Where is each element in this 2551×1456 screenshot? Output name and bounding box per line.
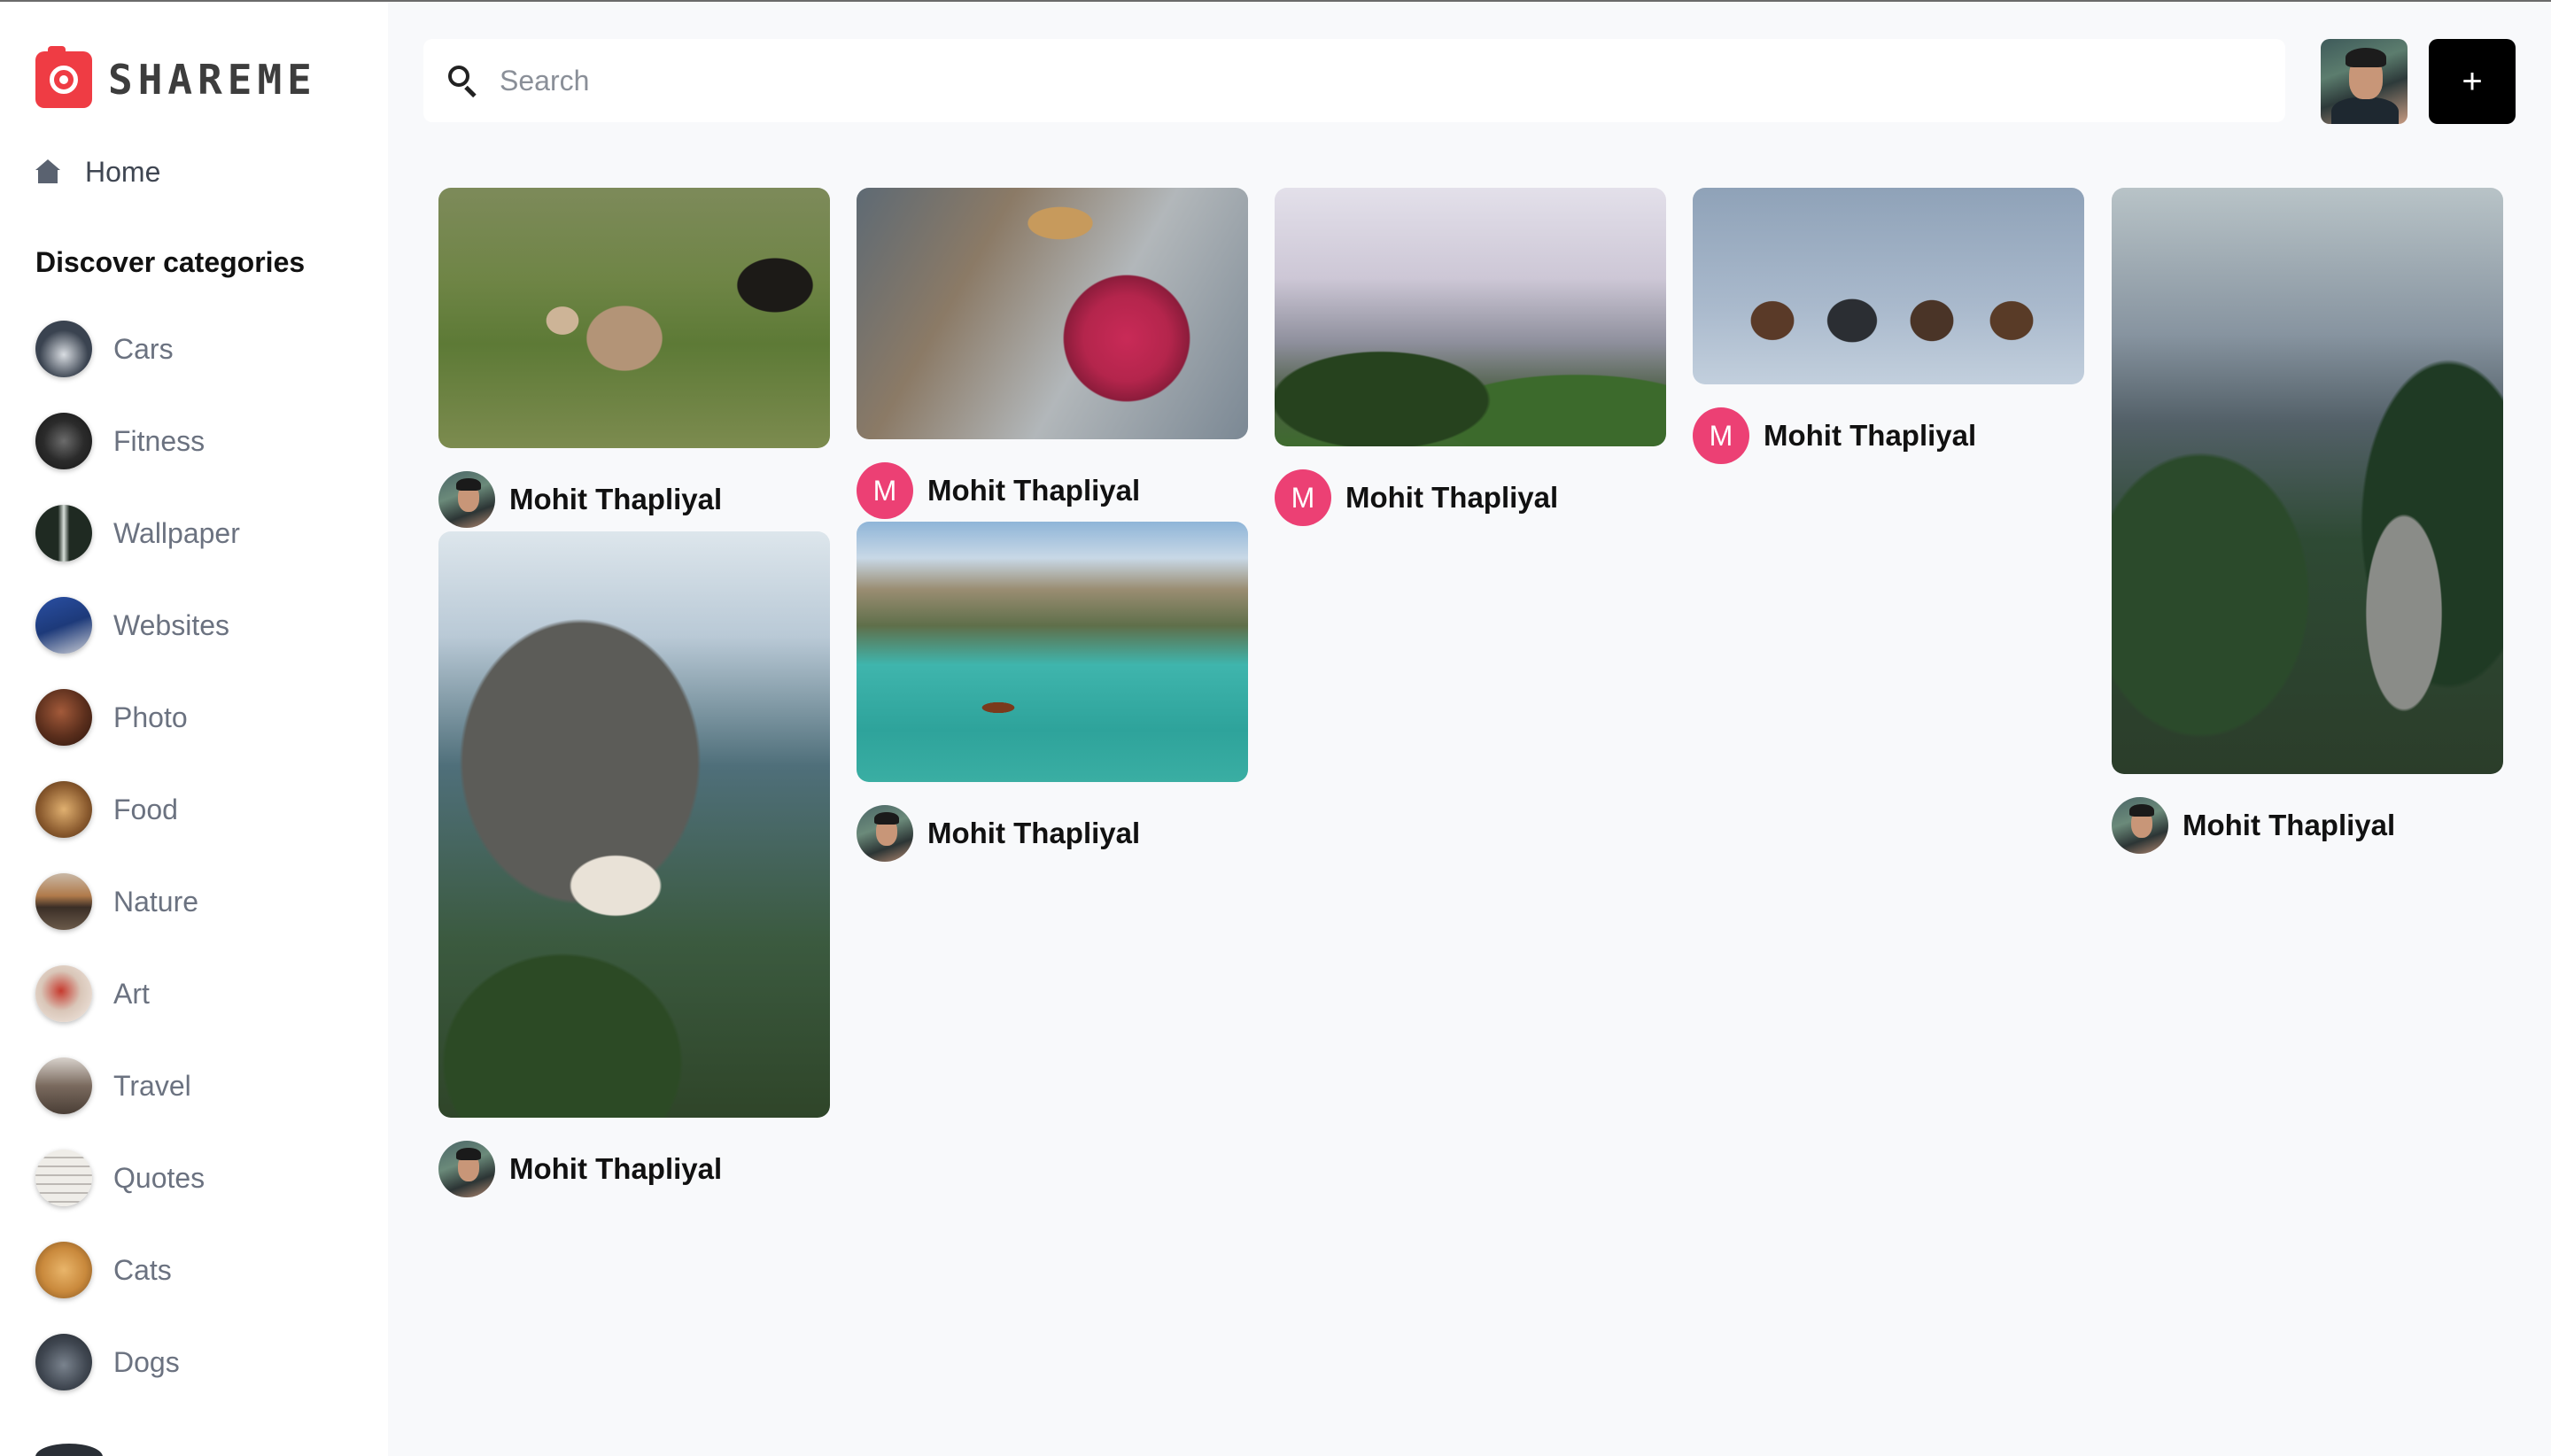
- home-icon: [35, 159, 60, 184]
- category-avatar: [35, 1242, 92, 1298]
- author-name: Mohit Thapliyal: [509, 1152, 723, 1185]
- author-name: Mohit Thapliyal: [927, 817, 1141, 849]
- sidebar-item-cats[interactable]: Cats: [35, 1242, 240, 1298]
- sidebar-item-cars[interactable]: Cars: [35, 321, 240, 377]
- search-input[interactable]: [500, 64, 2183, 97]
- category-avatar: [35, 1150, 92, 1206]
- author-avatar: M: [1275, 469, 1331, 526]
- category-label: Wallpaper: [113, 516, 240, 549]
- sidebar-item-home[interactable]: Home: [35, 151, 160, 193]
- brand-name: SHAREME: [108, 56, 317, 104]
- sidebar-item-art[interactable]: Art: [35, 965, 240, 1022]
- author-avatar: M: [1693, 407, 1749, 464]
- category-avatar: [35, 321, 92, 377]
- author-name: Mohit Thapliyal: [1764, 419, 1977, 452]
- category-avatar: [35, 505, 92, 561]
- author-avatar: M: [857, 462, 913, 519]
- category-avatar: [35, 597, 92, 654]
- category-label: Dogs: [113, 1345, 180, 1378]
- sidebar-item-dogs[interactable]: Dogs: [35, 1334, 240, 1390]
- sidebar-item-label: Home: [85, 155, 161, 188]
- category-avatar: [35, 1057, 92, 1114]
- category-label: Cats: [113, 1253, 172, 1286]
- pin-card[interactable]: M Mohit Thapliyal: [1275, 188, 1666, 526]
- category-avatar: [35, 873, 92, 930]
- pin-card[interactable]: Mohit Thapliyal: [438, 188, 830, 528]
- categories-heading: Discover categories: [35, 246, 306, 278]
- category-avatar: [35, 781, 92, 838]
- category-avatar: [35, 689, 92, 746]
- pin-image[interactable]: [1275, 188, 1666, 446]
- author-name: Mohit Thapliyal: [1345, 481, 1559, 514]
- category-avatar: [35, 965, 92, 1022]
- category-label: Photo: [113, 701, 188, 733]
- author-avatar: [857, 805, 913, 862]
- category-label: Art: [113, 977, 150, 1010]
- search-icon: [448, 66, 478, 98]
- pin-card[interactable]: Mohit Thapliyal: [438, 531, 830, 1197]
- category-label: Cars: [113, 332, 174, 365]
- author-name: Mohit Thapliyal: [927, 474, 1141, 507]
- app-logo[interactable]: SHAREME: [35, 46, 317, 108]
- category-label: Websites: [113, 608, 230, 641]
- pin-image[interactable]: [857, 188, 1248, 439]
- category-label: Food: [113, 793, 178, 825]
- pin-author[interactable]: M Mohit Thapliyal: [857, 462, 1248, 519]
- author-avatar: [438, 471, 495, 528]
- author-avatar: [2112, 797, 2168, 854]
- sidebar-item-nature[interactable]: Nature: [35, 873, 240, 930]
- pin-author[interactable]: Mohit Thapliyal: [857, 805, 1248, 862]
- author-avatar: [438, 1141, 495, 1197]
- category-avatar: [35, 1334, 92, 1390]
- sidebar-item-food[interactable]: Food: [35, 781, 240, 838]
- camera-icon: [35, 46, 92, 108]
- category-label: Travel: [113, 1069, 191, 1102]
- pin-image[interactable]: [1693, 188, 2084, 384]
- user-profile-avatar[interactable]: [2321, 39, 2408, 124]
- author-name: Mohit Thapliyal: [2183, 809, 2396, 841]
- pin-card[interactable]: M Mohit Thapliyal: [857, 188, 1248, 519]
- pin-author[interactable]: Mohit Thapliyal: [438, 1141, 830, 1197]
- pin-card[interactable]: Mohit Thapliyal: [2112, 188, 2503, 854]
- category-label: Nature: [113, 885, 199, 918]
- pin-image[interactable]: [438, 188, 830, 448]
- sidebar-item-travel[interactable]: Travel: [35, 1057, 240, 1114]
- sidebar: SHAREME Home Discover categories Cars Fi…: [0, 2, 388, 1456]
- add-pin-button[interactable]: +: [2429, 39, 2516, 124]
- sidebar-item-photo[interactable]: Photo: [35, 689, 240, 746]
- pin-author[interactable]: Mohit Thapliyal: [2112, 797, 2503, 854]
- category-label: Fitness: [113, 424, 205, 457]
- pin-card[interactable]: Mohit Thapliyal: [857, 522, 1248, 862]
- category-list: Cars Fitness Wallpaper Websites Photo Fo…: [35, 321, 240, 1426]
- pin-author[interactable]: Mohit Thapliyal: [438, 471, 830, 528]
- sidebar-item-wallpaper[interactable]: Wallpaper: [35, 505, 240, 561]
- search-bar: [423, 39, 2285, 122]
- sidebar-item-fitness[interactable]: Fitness: [35, 413, 240, 469]
- category-label: Quotes: [113, 1161, 205, 1194]
- pin-author[interactable]: M Mohit Thapliyal: [1693, 407, 2084, 464]
- pin-image[interactable]: [857, 522, 1248, 782]
- sidebar-item-websites[interactable]: Websites: [35, 597, 240, 654]
- pin-card[interactable]: M Mohit Thapliyal: [1693, 188, 2084, 464]
- pin-author[interactable]: M Mohit Thapliyal: [1275, 469, 1666, 526]
- pin-image[interactable]: [2112, 188, 2503, 774]
- category-avatar: [35, 413, 92, 469]
- sidebar-item-quotes[interactable]: Quotes: [35, 1150, 240, 1206]
- pin-image[interactable]: [438, 531, 830, 1118]
- category-avatar-partial: [35, 1444, 103, 1456]
- author-name: Mohit Thapliyal: [509, 483, 723, 515]
